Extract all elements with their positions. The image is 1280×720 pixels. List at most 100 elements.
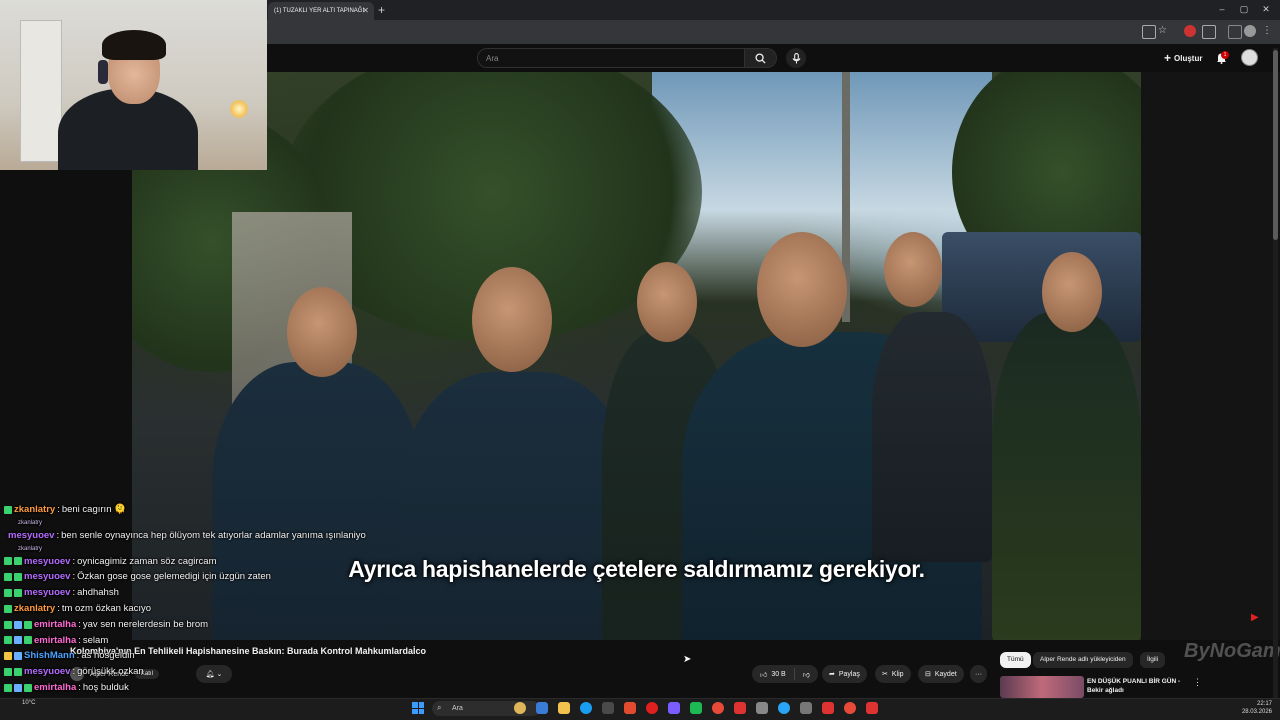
chat-username[interactable]: mesyuoev xyxy=(24,554,70,570)
sidepanel-icon[interactable] xyxy=(1228,25,1242,39)
chat-username[interactable]: emirtalha xyxy=(34,633,76,649)
search-input[interactable]: Ara xyxy=(477,48,745,68)
account-avatar[interactable] xyxy=(1241,49,1258,66)
chat-badge-icon xyxy=(4,620,12,629)
weather-widget[interactable]: 10°C xyxy=(22,700,35,707)
taskbar-app-icon[interactable] xyxy=(778,702,790,714)
maximize-button[interactable]: ▢ xyxy=(1234,2,1254,16)
taskbar-app-icon[interactable] xyxy=(668,702,680,714)
save-button[interactable]: ⊟ Kaydet xyxy=(918,665,964,683)
chat-username[interactable]: zkanlatry xyxy=(14,601,55,617)
chat-badge-icon xyxy=(14,573,22,582)
start-button[interactable] xyxy=(412,702,424,714)
profile-icon[interactable] xyxy=(1244,25,1256,37)
chat-text: hoş bulduk xyxy=(82,681,129,693)
taskbar-app-icon[interactable] xyxy=(756,702,768,714)
taskbar-app-icon[interactable] xyxy=(646,702,658,714)
chip-from-uploader[interactable]: Alper Rende adlı yükleyiciden xyxy=(1033,652,1133,668)
chat-badge-icon xyxy=(4,636,12,645)
recommended-title[interactable]: EN DÜŞÜK PUANLI BİR GÜN - Bekir ağladı xyxy=(1087,677,1183,695)
dislike-button[interactable]: 👎︎ xyxy=(795,665,818,683)
chat-message: mesyuoev: görüşükk ozkan xyxy=(4,664,334,680)
taskbar-app-icon[interactable] xyxy=(822,702,834,714)
share-button[interactable]: ➦ Paylaş xyxy=(822,665,867,683)
scrollbar-thumb[interactable] xyxy=(1273,50,1278,240)
create-label: Oluştur xyxy=(1174,53,1203,63)
chat-badge-icon xyxy=(14,557,22,566)
taskbar-app-icon[interactable] xyxy=(690,702,702,714)
recommended-thumbnail[interactable] xyxy=(1000,676,1084,698)
search-icon: ⌕ xyxy=(437,703,442,712)
chat-message: emirtalha: hoş bulduk xyxy=(4,680,334,696)
bookmark-star-icon[interactable]: ☆ xyxy=(1158,25,1170,37)
clip-button[interactable]: ✂ Klip xyxy=(875,665,911,683)
browser-tab[interactable]: (1) TUZAKLI YER ALTI TAPINAĞI ✕ xyxy=(268,2,374,20)
chat-username[interactable]: emirtalha xyxy=(34,680,76,696)
chat-badge-icon xyxy=(14,620,22,629)
close-window-button[interactable]: ✕ xyxy=(1256,2,1276,16)
voice-search-button[interactable] xyxy=(786,48,806,68)
chat-badge-icon xyxy=(24,620,32,629)
taskbar-app-icon[interactable] xyxy=(712,702,724,714)
chat-username[interactable]: ShishMann xyxy=(24,648,75,664)
cast-icon[interactable] xyxy=(1142,25,1156,39)
chat-username[interactable]: zkanlatry xyxy=(14,502,55,518)
chat-separator: : xyxy=(78,618,81,630)
like-button[interactable]: 👍︎ 30 B xyxy=(752,665,794,683)
chat-badge-icon xyxy=(4,683,12,692)
webcam-shelf xyxy=(20,20,62,162)
like-count: 30 B xyxy=(771,670,786,678)
chat-badge-icon xyxy=(4,573,12,582)
recommended-menu-icon[interactable]: ⋮ xyxy=(1193,677,1202,688)
system-clock[interactable]: 22:17 28.03.2026 xyxy=(1240,700,1272,716)
chat-username[interactable]: mesyuoev xyxy=(24,664,70,680)
share-icon: ➦ xyxy=(829,671,835,678)
chat-text: selam xyxy=(82,634,109,646)
chat-text: yav sen nerelerdesin be brom xyxy=(82,618,209,630)
chat-username[interactable]: mesyuoev xyxy=(24,585,70,601)
chip-related[interactable]: İlgili xyxy=(1140,652,1166,668)
chat-message: mesyuoev: ben senle oynayınca hep ölüyom … xyxy=(4,528,366,544)
tab-close-icon[interactable]: ✕ xyxy=(362,2,369,20)
video-person xyxy=(402,372,632,640)
chip-all[interactable]: Tümü xyxy=(1000,652,1031,668)
chat-message: mesyuoev: oynicagimiz zaman söz cagircam xyxy=(4,554,334,570)
extensions-puzzle-icon[interactable] xyxy=(1202,25,1216,39)
plus-icon: + xyxy=(1164,51,1172,65)
mouse-cursor-icon: ➤ xyxy=(683,654,692,665)
chat-username[interactable]: emirtalha xyxy=(34,617,76,633)
taskbar-app-icon[interactable] xyxy=(624,702,636,714)
chat-badge-icon xyxy=(14,636,22,645)
chat-username[interactable]: mesyuoev xyxy=(8,528,54,544)
more-actions-button[interactable]: ··· xyxy=(970,665,987,683)
chat-badge-icon xyxy=(4,604,12,613)
save-label: Kaydet xyxy=(934,670,957,678)
taskbar-app-icon[interactable] xyxy=(536,702,548,714)
chat-message: zkanlatry: beni cagırın 🫠 xyxy=(4,502,334,518)
chat-message: emirtalha: selam xyxy=(4,633,334,649)
chat-message: zkanlatry: tm ozm özkan kacıyo xyxy=(4,601,334,617)
taskbar-app-icon[interactable] xyxy=(800,702,812,714)
new-tab-button[interactable]: + xyxy=(378,2,385,18)
taskbar-app-icon[interactable] xyxy=(844,702,856,714)
taskbar-app-icon[interactable] xyxy=(602,702,614,714)
taskbar-app-icon[interactable] xyxy=(866,702,878,714)
taskbar-app-icon[interactable] xyxy=(734,702,746,714)
chat-text: Özkan gose gose gelemedigi için üzgün za… xyxy=(77,571,271,583)
browser-menu-icon[interactable]: ⋮ xyxy=(1262,25,1274,37)
headphones xyxy=(98,60,108,84)
search-button[interactable] xyxy=(745,48,777,68)
tab-title: (1) TUZAKLI YER ALTI TAPINAĞI xyxy=(274,8,365,14)
chat-username[interactable]: mesyuoev xyxy=(24,569,70,585)
extension-icon[interactable] xyxy=(1184,25,1196,37)
create-button[interactable]: + Oluştur xyxy=(1158,49,1208,67)
taskbar-app-icon[interactable] xyxy=(558,702,570,714)
chat-reply-reference: zkanlatry xyxy=(18,519,43,526)
chat-badge-icon xyxy=(24,683,32,692)
chat-badge-icon xyxy=(24,636,32,645)
taskbar-app-icon[interactable] xyxy=(580,702,592,714)
minimize-button[interactable]: – xyxy=(1212,2,1232,16)
chat-message: mesyuoev: Özkan gose gose gelemedigi için… xyxy=(4,569,334,585)
taskbar-app-icon[interactable] xyxy=(514,702,526,714)
search-icon xyxy=(755,52,766,64)
